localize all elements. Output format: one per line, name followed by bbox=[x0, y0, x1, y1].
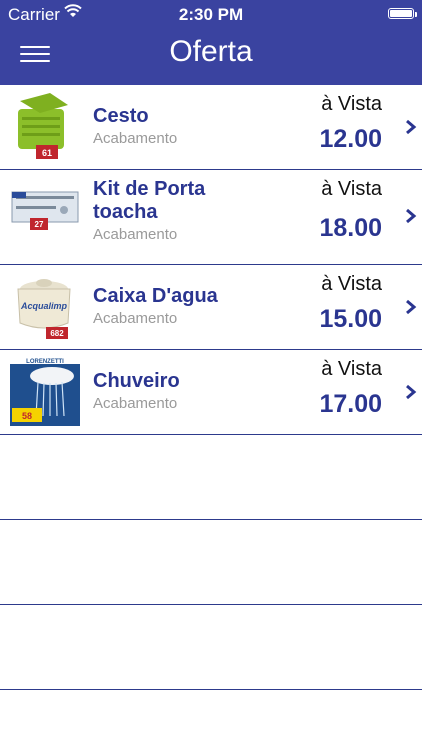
item-name: Chuveiro bbox=[93, 370, 180, 392]
list-item-cesto[interactable]: 61 Cesto Acabamento à Vista 12.00 bbox=[0, 85, 422, 170]
item-category: Acabamento bbox=[93, 395, 178, 412]
water-tank-thumbnail: Acqualimp 682 bbox=[17, 279, 71, 339]
navigation-bar: Carrier 2:30 PM Oferta bbox=[0, 0, 422, 85]
empty-row bbox=[0, 520, 422, 605]
thumb-price-tag: 58 bbox=[22, 411, 32, 421]
list-item-kit-porta-toacha[interactable]: 27 Kit de Porta toacha Acabamento à Vist… bbox=[0, 170, 422, 265]
clock: 2:30 PM bbox=[178, 5, 244, 24]
chevron-right-icon bbox=[406, 208, 417, 224]
empty-row bbox=[0, 605, 422, 690]
payment-label: à Vista bbox=[321, 178, 382, 200]
offer-list: 61 Cesto Acabamento à Vista 12.00 27 Kit… bbox=[0, 85, 422, 690]
thumb-price-tag: 682 bbox=[50, 329, 64, 338]
basket-thumbnail: 61 bbox=[18, 93, 68, 159]
status-bar: Carrier 2:30 PM bbox=[0, 0, 422, 30]
chevron-right-icon bbox=[406, 119, 417, 135]
thumb-brand: LORENZETTI bbox=[26, 359, 64, 365]
battery-icon bbox=[388, 8, 417, 19]
list-item-chuveiro[interactable]: LORENZETTI 58 Chuveiro Acabamento à Vist… bbox=[0, 350, 422, 435]
item-price: 18.00 bbox=[319, 214, 382, 242]
chevron-right-icon bbox=[406, 384, 417, 400]
page-title: Oferta bbox=[169, 35, 253, 68]
thumb-brand: Acqualimp bbox=[20, 301, 68, 311]
thumb-price-tag: 27 bbox=[35, 220, 44, 229]
item-category: Acabamento bbox=[93, 310, 178, 327]
payment-label: à Vista bbox=[321, 273, 382, 295]
item-price: 15.00 bbox=[319, 305, 382, 333]
payment-label: à Vista bbox=[321, 93, 382, 115]
item-category: Acabamento bbox=[93, 130, 178, 147]
item-name: Caixa D'agua bbox=[93, 285, 218, 307]
chevron-right-icon bbox=[406, 299, 417, 315]
item-name: Cesto bbox=[93, 105, 149, 127]
item-price: 12.00 bbox=[319, 125, 382, 153]
item-category: Acabamento bbox=[93, 226, 178, 243]
payment-label: à Vista bbox=[321, 358, 382, 380]
list-item-caixa-dagua[interactable]: Acqualimp 682 Caixa D'agua Acabamento à … bbox=[0, 265, 422, 350]
empty-row bbox=[0, 435, 422, 520]
thumb-price-tag: 61 bbox=[42, 148, 52, 158]
towel-rack-thumbnail: 27 bbox=[11, 191, 79, 230]
item-price: 17.00 bbox=[319, 390, 382, 418]
item-name: Kit de Porta toacha bbox=[93, 178, 206, 223]
shower-thumbnail: LORENZETTI 58 bbox=[10, 356, 80, 426]
